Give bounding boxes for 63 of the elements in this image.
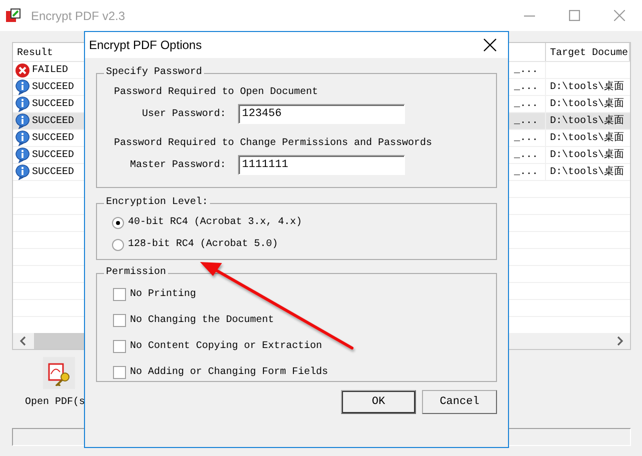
table-cell: D:\tools\桌面	[550, 82, 624, 92]
table-cell: _...	[514, 99, 538, 110]
section-heading: Password Required to Change Permissions and Passwords	[114, 136, 434, 151]
table-cell: D:\tools\桌面	[550, 166, 624, 178]
option-label: 40-bit RC4 (Acrobat 3.x, 4.x)	[128, 216, 302, 230]
checkbox[interactable]	[113, 366, 126, 379]
status-text: SUCCEED	[32, 132, 74, 146]
table-cell: _...	[514, 150, 538, 161]
table-cell: _...	[514, 116, 538, 127]
status-text: SUCCEED	[32, 80, 74, 94]
radio-option[interactable]: 40-bit RC4 (Acrobat 3.x, 4.x)	[112, 215, 496, 230]
status-text: SUCCEED	[32, 98, 74, 112]
radio-button[interactable]	[112, 216, 124, 228]
option-label: No Content Copying or Extraction	[130, 340, 322, 354]
option-label: No Changing the Document	[130, 314, 274, 328]
status-text: SUCCEED	[32, 148, 74, 162]
section-heading: Password Required to Open Document	[114, 86, 320, 100]
info-icon	[15, 79, 30, 95]
option-label: No Adding or Changing Form Fields	[130, 366, 328, 380]
toolbar-label[interactable]: Open PDF(s	[25, 395, 86, 410]
info-icon	[15, 147, 30, 163]
field-label: User Password:	[140, 108, 226, 122]
checkbox[interactable]	[113, 314, 126, 327]
field-label: Master Password:	[128, 158, 226, 172]
input-field[interactable]: 1111111	[238, 155, 405, 175]
checkbox-option[interactable]: No Adding or Changing Form Fields	[113, 365, 496, 380]
status-text: FAILED	[32, 64, 68, 78]
option-label: 128-bit RC4 (Acrobat 5.0)	[128, 238, 278, 252]
app-icon	[5, 8, 21, 24]
radio-option[interactable]: 128-bit RC4 (Acrobat 5.0)	[112, 237, 496, 252]
table-cell: _...	[514, 82, 538, 93]
checkbox[interactable]	[113, 288, 126, 301]
checkbox[interactable]	[113, 340, 126, 353]
info-icon	[15, 96, 30, 112]
info-icon	[15, 130, 30, 146]
table-cell: _...	[514, 167, 538, 178]
ok-button[interactable]: OK	[341, 390, 416, 414]
error-icon	[15, 62, 30, 78]
window-title: Encrypt PDF v2.3	[31, 8, 126, 24]
checkbox-option[interactable]: No Changing the Document	[113, 313, 496, 328]
cancel-button[interactable]: Cancel	[422, 390, 497, 414]
group-title: Encryption Level:	[105, 198, 210, 208]
table-cell: _...	[514, 65, 538, 76]
checkbox-option[interactable]: No Printing	[113, 287, 496, 302]
table-cell: D:\tools\桌面	[550, 150, 624, 160]
info-icon	[15, 113, 30, 129]
table-cell: D:\tools\桌面	[550, 116, 624, 126]
table-cell: _...	[514, 133, 538, 144]
close-icon[interactable]	[482, 37, 498, 53]
group-title: Specify Password	[105, 68, 204, 78]
table-cell: D:\tools\桌面	[550, 132, 624, 144]
info-icon	[15, 164, 30, 180]
table-cell: D:\tools\桌面	[550, 98, 624, 110]
input-field[interactable]: 123456	[238, 104, 405, 124]
status-text: SUCCEED	[32, 166, 74, 180]
radio-button[interactable]	[112, 238, 124, 250]
status-text: SUCCEED	[32, 114, 74, 128]
group-title: Permission	[105, 268, 168, 278]
column-header[interactable]: Target Docume	[546, 43, 630, 61]
option-label: No Printing	[130, 288, 196, 302]
scroll-right-icon[interactable]	[616, 336, 624, 346]
checkbox-option[interactable]: No Content Copying or Extraction	[113, 339, 496, 354]
scroll-left-icon[interactable]	[19, 336, 27, 346]
